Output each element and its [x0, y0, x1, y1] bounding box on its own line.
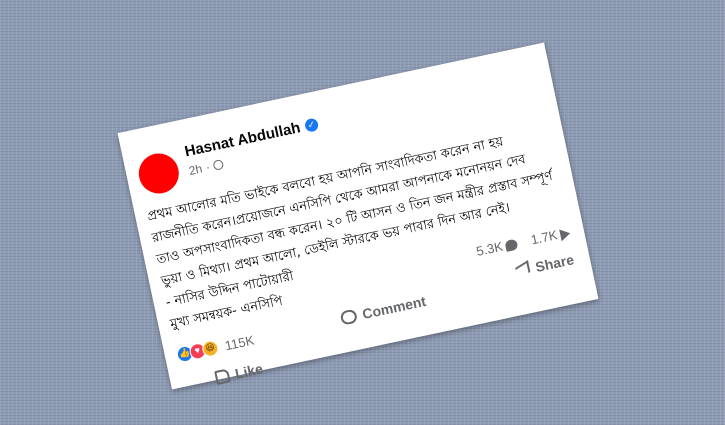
author-name[interactable]: Hasnat Abdullah ✓ — [183, 116, 320, 160]
share-arrow-icon — [559, 226, 572, 241]
reactions-summary[interactable]: 👍 ♥ 😆 115K — [175, 332, 255, 364]
globe-icon — [212, 158, 225, 171]
like-button[interactable]: Like — [214, 360, 264, 386]
avatar[interactable] — [135, 149, 183, 198]
author-name-label[interactable]: Hasnat Abdullah — [183, 119, 302, 160]
post-meta: 2h · — [188, 157, 225, 178]
post-card: Hasnat Abdullah ✓ 2h · প্রথম আলোর মতি ভা… — [117, 42, 599, 390]
reactions-count: 115K — [223, 332, 256, 353]
verified-badge-icon: ✓ — [303, 117, 320, 133]
thumbs-up-icon — [214, 368, 231, 385]
share-icon — [515, 260, 531, 280]
comment-button[interactable]: Comment — [339, 293, 427, 327]
comment-icon — [339, 308, 359, 326]
post-time[interactable]: 2h — [188, 162, 204, 178]
comment-bubble-icon — [504, 238, 519, 252]
